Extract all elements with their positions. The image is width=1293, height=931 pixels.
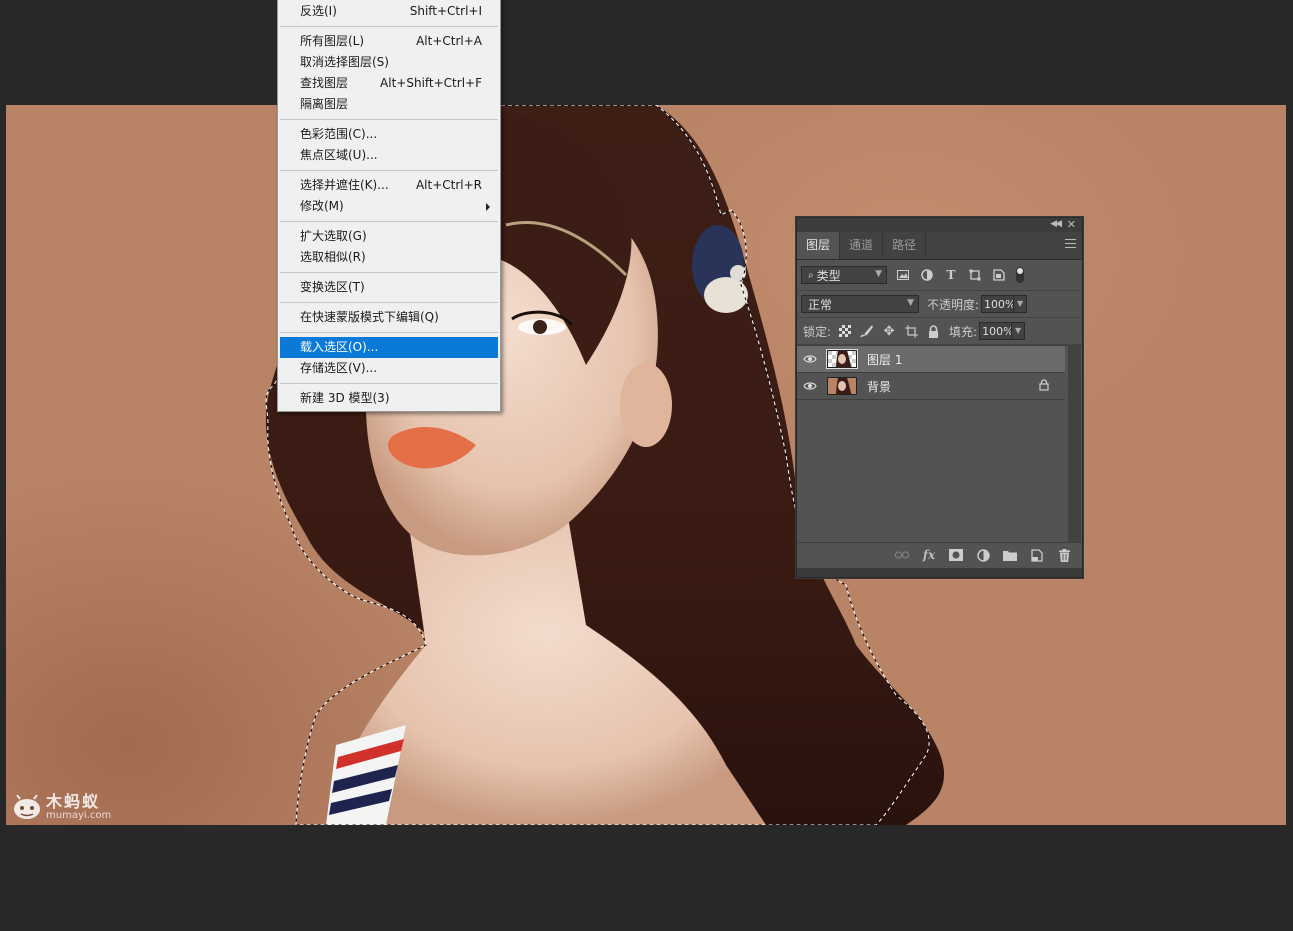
panel-menu-icon[interactable]: [1065, 239, 1076, 251]
chevron-down-icon: ▼: [875, 269, 882, 279]
new-layer-icon[interactable]: [1029, 547, 1045, 563]
layer-locked-icon: [1039, 379, 1049, 394]
menu-item-focus-area[interactable]: 焦点区域(U)...: [280, 145, 498, 166]
layers-bottom-toolbar: fx: [797, 542, 1082, 567]
panel-title-bar[interactable]: ◀◀ ✕: [797, 218, 1082, 232]
menu-separator: [280, 272, 498, 273]
layers-list: 图层 1 背景: [797, 345, 1082, 491]
menu-item-deselect-layers[interactable]: 取消选择图层(S): [280, 52, 498, 73]
chevron-down-icon: ▼: [907, 298, 914, 308]
menu-separator: [280, 170, 498, 171]
menu-separator: [280, 332, 498, 333]
layer-name: 背景: [867, 379, 892, 394]
shape-filter-icon[interactable]: [967, 267, 983, 283]
menu-item-modify[interactable]: 修改(M): [280, 196, 498, 217]
close-panel-icon[interactable]: ✕: [1067, 218, 1076, 231]
tab-layers[interactable]: 图层: [797, 232, 841, 259]
new-group-icon[interactable]: [1002, 547, 1018, 563]
lock-image-pixels-icon[interactable]: [859, 323, 875, 339]
adjustment-filter-icon[interactable]: [919, 267, 935, 283]
watermark-title: 木蚂蚁: [46, 792, 101, 811]
fill-label: 填充:: [949, 324, 978, 339]
layer-row-layer-1[interactable]: 图层 1: [797, 346, 1065, 373]
robot-logo-icon: [14, 794, 40, 819]
select-menu-dropdown: 反选(I) Shift+Ctrl+I 所有图层(L) Alt+Ctrl+A 取消选择…: [277, 0, 501, 412]
menu-separator: [280, 302, 498, 303]
menu-separator: [280, 383, 498, 384]
smart-object-filter-icon[interactable]: [991, 267, 1007, 283]
layers-scrollbar[interactable]: [1068, 346, 1081, 543]
layer-row-background[interactable]: 背景: [797, 373, 1065, 400]
menu-separator: [280, 26, 498, 27]
layer-thumbnail: [827, 377, 857, 395]
tab-channels[interactable]: 通道: [840, 232, 884, 259]
image-filter-icon[interactable]: [895, 267, 911, 283]
visibility-eye-icon[interactable]: [797, 381, 823, 391]
add-mask-icon[interactable]: [948, 547, 964, 563]
visibility-eye-icon[interactable]: [797, 354, 823, 364]
menu-item-isolate-layers[interactable]: 隔离图层: [280, 94, 498, 115]
menu-separator: [280, 221, 498, 222]
menu-item-quick-mask[interactable]: 在快速蒙版模式下编辑(Q): [280, 307, 498, 328]
layer-thumbnail: [826, 349, 858, 369]
submenu-arrow-icon: [486, 203, 490, 211]
lock-position-icon[interactable]: ✥: [881, 323, 897, 339]
menu-item-grow[interactable]: 扩大选取(G): [280, 226, 498, 247]
watermark-url: mumayi.com: [46, 810, 112, 821]
selection-marquee: [265, 105, 930, 825]
document-canvas[interactable]: 木蚂蚁 mumayi.com: [6, 105, 1286, 825]
panel-footer: [797, 568, 1082, 577]
fill-input[interactable]: 100%: [979, 322, 1014, 340]
opacity-dropdown-icon[interactable]: ▼: [1013, 295, 1028, 313]
fx-icon[interactable]: fx: [921, 547, 937, 563]
lock-label: 锁定:: [803, 324, 832, 339]
layer-name: 图层 1: [867, 352, 903, 367]
menu-item-all-layers[interactable]: 所有图层(L) Alt+Ctrl+A: [280, 31, 498, 52]
filter-kind-select[interactable]: ⌕ 类型 ▼: [801, 266, 887, 284]
menu-item-similar[interactable]: 选取相似(R): [280, 247, 498, 268]
menu-item-select-and-mask[interactable]: 选择并遮住(K)... Alt+Ctrl+R: [280, 175, 498, 196]
menu-item-inverse[interactable]: 反选(I) Shift+Ctrl+I: [280, 1, 498, 22]
menu-item-new-3d-model[interactable]: 新建 3D 模型(3): [280, 388, 498, 409]
collapse-panel-icon[interactable]: ◀◀: [1050, 219, 1062, 229]
menu-separator: [280, 119, 498, 120]
delete-layer-icon[interactable]: [1056, 547, 1072, 563]
filter-toggle-switch[interactable]: [1016, 267, 1024, 283]
lock-all-icon[interactable]: [925, 323, 941, 339]
fill-dropdown-icon[interactable]: ▼: [1011, 322, 1026, 340]
panel-tabs: 图层 通道 路径: [797, 232, 1082, 260]
link-layers-icon[interactable]: [894, 547, 910, 563]
lock-artboard-icon[interactable]: [903, 323, 919, 339]
menu-item-color-range[interactable]: 色彩范围(C)...: [280, 124, 498, 145]
type-filter-icon[interactable]: T: [943, 267, 959, 283]
watermark: 木蚂蚁 mumayi.com: [12, 794, 111, 821]
layer-filter-row: ⌕ 类型 ▼ T: [797, 260, 1082, 291]
lock-transparent-pixels-icon[interactable]: [837, 323, 853, 339]
menu-item-transform-selection[interactable]: 变换选区(T): [280, 277, 498, 298]
blend-mode-select[interactable]: 正常 ▼: [801, 295, 919, 313]
filter-kind-value: 类型: [816, 268, 841, 283]
tab-paths[interactable]: 路径: [883, 232, 927, 259]
opacity-label: 不透明度:: [927, 297, 980, 312]
blend-opacity-row: 正常 ▼ 不透明度: 100% ▼: [797, 291, 1082, 318]
menu-item-save-selection[interactable]: 存储选区(V)...: [280, 358, 498, 379]
blend-mode-value: 正常: [808, 297, 833, 312]
opacity-input[interactable]: 100%: [981, 295, 1016, 313]
search-icon: ⌕: [808, 269, 814, 281]
new-adjustment-icon[interactable]: [975, 547, 991, 563]
layers-panel: ◀◀ ✕ 图层 通道 路径 ⌕ 类型 ▼ T 正常 ▼ 不透明度: 100% ▼…: [796, 217, 1083, 578]
menu-item-find-layers[interactable]: 查找图层 Alt+Shift+Ctrl+F: [280, 73, 498, 94]
menu-item-load-selection[interactable]: 载入选区(O)...: [280, 337, 498, 358]
lock-fill-row: 锁定: ✥ 填充: 100% ▼: [797, 318, 1082, 345]
